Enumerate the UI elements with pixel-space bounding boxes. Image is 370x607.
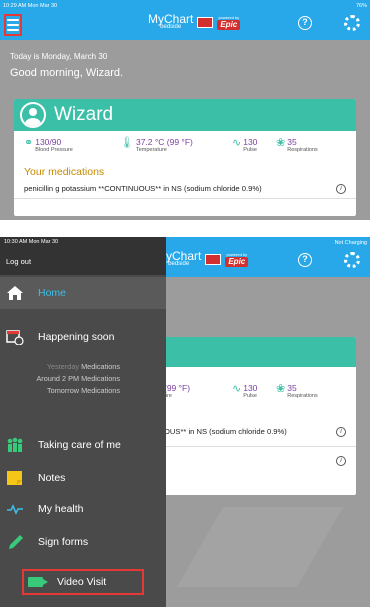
vital-blood-pressure: ⚭ 130/90 Blood Pressure xyxy=(24,137,73,153)
gear-icon[interactable] xyxy=(344,15,360,31)
care-team-icon xyxy=(6,437,24,453)
gear-icon[interactable] xyxy=(344,252,360,268)
medication-row[interactable]: penicillin g potassium **CONTINUOUS** in… xyxy=(14,179,356,199)
charging-status: Not Charging xyxy=(334,240,367,246)
patient-header: Wizard xyxy=(14,99,356,131)
schedule-today[interactable]: Around 2 PM Medications xyxy=(0,373,120,384)
schedule-tomorrow[interactable]: Tomorrow Medications xyxy=(0,385,120,396)
vital-pulse: ∿ 130 Pulse xyxy=(232,383,258,399)
vital-respirations: ❀ 35 Respirations xyxy=(276,383,318,399)
menu-button[interactable] xyxy=(4,14,22,36)
vitals-row: ⚭ 130/90 Blood Pressure 🌡 37.2 °C (99 °F)… xyxy=(14,131,356,165)
drawer-item-notes[interactable]: Notes xyxy=(6,470,65,486)
mychart-logo: MyChart bedside powered by Epic xyxy=(156,249,249,267)
pulse-icon: ∿ xyxy=(232,137,242,149)
hamburger-icon xyxy=(7,19,19,21)
thermometer-icon: 🌡 xyxy=(120,137,134,149)
drawer-item-video-visit[interactable]: Video Visit xyxy=(22,569,144,595)
avatar xyxy=(20,102,46,128)
greeting: Good morning, Wizard. xyxy=(10,67,124,79)
calendar-clock-icon xyxy=(6,329,24,346)
screen-main: 10:29 AM Mon Mar 30 76% MyChart bedside p… xyxy=(0,0,370,220)
drawer-item-my-health[interactable]: My health xyxy=(6,501,84,517)
mychart-logo: MyChart bedside powered by Epic xyxy=(148,13,241,31)
drawer-item-home[interactable]: Home xyxy=(0,277,166,309)
status-time: 10:29 AM Mon Mar 30 xyxy=(3,3,58,9)
status-bar: 10:29 AM Mon Mar 30 76% xyxy=(0,0,370,12)
patient-name: Wizard xyxy=(54,104,114,125)
schedule-yesterday[interactable]: Yesterday Medications xyxy=(0,361,120,372)
drawer-item-happening-soon[interactable]: Happening soon xyxy=(6,329,114,346)
lungs-icon: ❀ xyxy=(276,383,286,395)
health-wave-icon xyxy=(6,501,24,517)
medication-name: penicillin g potassium **CONTINUOUS** in… xyxy=(24,184,262,193)
notes-icon xyxy=(6,470,24,486)
home-icon xyxy=(6,285,24,301)
patient-card: Wizard ⚭ 130/90 Blood Pressure 🌡 37.2 °C … xyxy=(14,99,356,216)
drawer-item-taking-care[interactable]: Taking care of me xyxy=(6,437,121,453)
status-time: 10:30 AM Mon Mar 30 xyxy=(4,239,59,245)
info-icon[interactable]: i xyxy=(336,456,346,466)
epic-logo: Epic xyxy=(217,20,241,30)
nav-drawer: 10:30 AM Mon Mar 30 Log out Home Happeni… xyxy=(0,237,166,607)
lungs-icon: ❀ xyxy=(276,137,286,149)
pen-icon xyxy=(6,534,24,550)
video-camera-icon xyxy=(28,577,48,587)
battery-level: 76% xyxy=(355,3,367,9)
vital-pulse: ∿ 130 Pulse xyxy=(232,137,258,153)
date-line: Today is Monday, March 30 xyxy=(10,52,108,61)
drawer-item-sign-forms[interactable]: Sign forms xyxy=(6,534,88,550)
info-icon[interactable]: i xyxy=(336,427,346,437)
vital-temperature: 🌡 37.2 °C (99 °F) Temperature xyxy=(120,137,193,153)
blood-pressure-icon: ⚭ xyxy=(24,137,34,149)
vital-respirations: ❀ 35 Respirations xyxy=(276,137,318,153)
help-icon[interactable]: ? xyxy=(298,16,312,30)
pulse-icon: ∿ xyxy=(232,383,242,395)
logout-link[interactable]: Log out xyxy=(6,257,31,266)
help-icon[interactable]: ? xyxy=(298,253,312,267)
medications-title: Your medications xyxy=(24,166,105,178)
screen-menu-open: Not Charging ? MyChart bedside powered by… xyxy=(0,237,370,607)
bed-icon xyxy=(205,254,222,265)
info-icon[interactable]: i xyxy=(336,184,346,194)
bed-icon xyxy=(197,17,214,28)
